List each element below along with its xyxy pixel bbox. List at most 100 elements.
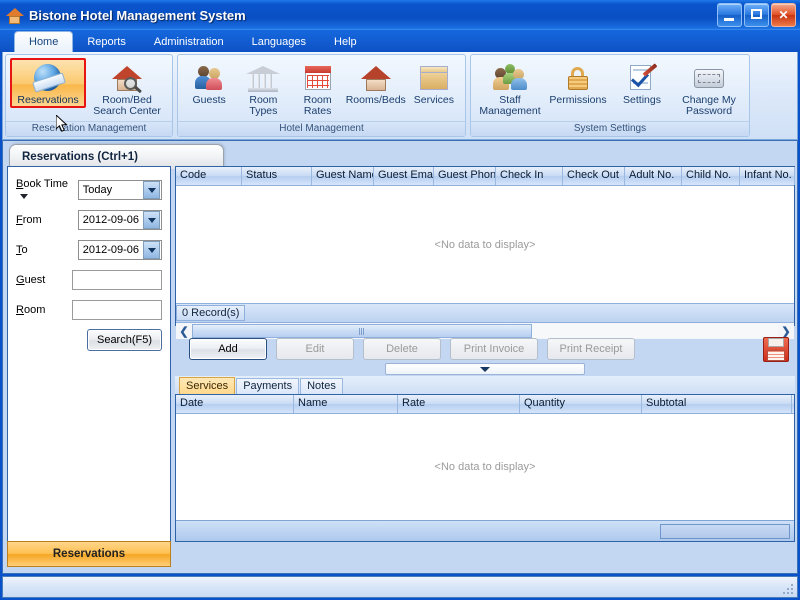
column-header-adult-no[interactable]: Adult No. [625, 167, 682, 185]
book-time-row: Book Time Today [16, 177, 162, 203]
column-header-name[interactable]: Name [294, 395, 398, 413]
ribbon-button-services-label: Services [414, 95, 454, 106]
tab-payments-label: Payments [243, 380, 292, 392]
services-grid-body: <No data to display> [176, 414, 794, 520]
ribbon-button-room-bed-search-center[interactable]: Room/Bed Search Center [86, 58, 168, 119]
lock-icon [561, 62, 595, 94]
tab-administration[interactable]: Administration [140, 32, 238, 52]
ribbon-button-settings-label: Settings [623, 95, 661, 106]
reservations-grid-body: <No data to display> [176, 186, 794, 303]
delete-button[interactable]: Delete [363, 338, 441, 360]
to-date-value: 2012-09-06 [79, 244, 143, 256]
tab-languages[interactable]: Languages [238, 32, 320, 52]
column-header-quantity[interactable]: Quantity [520, 395, 642, 413]
ribbon-button-guests[interactable]: Guests [182, 58, 236, 108]
panel-splitter[interactable] [175, 362, 795, 376]
content-panel: Code Status Guest Name Guest Email Guest… [175, 166, 795, 542]
ribbon-button-room-types[interactable]: Room Types [236, 58, 290, 119]
column-header-check-in[interactable]: Check In [496, 167, 563, 185]
room-input[interactable] [72, 300, 162, 320]
ribbon-button-rooms-beds[interactable]: Rooms/Beds [345, 58, 407, 108]
floppy-save-icon[interactable] [763, 337, 789, 362]
print-invoice-button[interactable]: Print Invoice [450, 338, 538, 360]
book-time-combo-arrow[interactable] [143, 181, 160, 199]
tab-payments[interactable]: Payments [236, 378, 299, 394]
column-header-code[interactable]: Code [176, 167, 242, 185]
search-button[interactable]: Search(F5) [87, 329, 162, 351]
window-title: Bistone Hotel Management System [29, 8, 246, 23]
application-window: Bistone Hotel Management System ✕ Home R… [0, 0, 800, 600]
guest-label: Guest [16, 274, 72, 286]
window-controls: ✕ [717, 3, 796, 27]
ribbon-button-services[interactable]: Services [407, 58, 461, 108]
ribbon-button-staff-management[interactable]: Staff Management [475, 58, 545, 119]
reservations-grid-empty-text: <No data to display> [176, 239, 794, 251]
print-receipt-button[interactable]: Print Receipt [547, 338, 635, 360]
ribbon-button-change-my-password-label: Change My Password [675, 95, 743, 117]
detail-tab-strip: Services Payments Notes [175, 376, 795, 394]
column-header-infant-no[interactable]: Infant No. [740, 167, 795, 185]
add-button-label: Add [218, 343, 238, 355]
to-date-combo[interactable]: 2012-09-06 [78, 240, 162, 260]
house-icon [359, 62, 393, 94]
column-header-check-out[interactable]: Check Out [563, 167, 625, 185]
tab-administration-label: Administration [154, 36, 224, 48]
column-header-rate[interactable]: Rate [398, 395, 520, 413]
chevron-down-icon [480, 367, 490, 372]
checklist-pen-icon [625, 62, 659, 94]
delete-button-label: Delete [386, 343, 418, 355]
column-header-guest-phone[interactable]: Guest Phone [434, 167, 496, 185]
minimize-button[interactable] [717, 3, 742, 27]
column-header-subtotal[interactable]: Subtotal [642, 395, 792, 413]
ribbon-button-reservations[interactable]: Reservations [10, 58, 86, 108]
box-icon [417, 62, 451, 94]
column-header-guest-name[interactable]: Guest Name [312, 167, 374, 185]
tab-notes[interactable]: Notes [300, 378, 343, 394]
book-time-dropdown-icon[interactable] [20, 194, 28, 199]
edit-button-label: Edit [306, 343, 325, 355]
search-button-row: Search(F5) [16, 329, 162, 351]
reservations-grid-header: Code Status Guest Name Guest Email Guest… [176, 167, 794, 186]
from-date-combo[interactable]: 2012-09-06 [78, 210, 162, 230]
ribbon-button-room-bed-search-center-label: Room/Bed Search Center [88, 95, 166, 117]
card-icon [692, 62, 726, 94]
tab-reports[interactable]: Reports [73, 32, 140, 52]
add-button[interactable]: Add [189, 338, 267, 360]
ribbon-button-change-my-password[interactable]: Change My Password [673, 58, 745, 119]
close-button[interactable]: ✕ [771, 3, 796, 27]
tab-reports-label: Reports [87, 36, 126, 48]
maximize-button[interactable] [744, 3, 769, 27]
services-grid-footer [176, 520, 794, 541]
column-header-child-no[interactable]: Child No. [682, 167, 740, 185]
tab-home-label: Home [29, 36, 58, 48]
ribbon-button-room-types-label: Room Types [238, 95, 288, 117]
print-receipt-button-label: Print Receipt [560, 343, 623, 355]
resize-grip-icon[interactable] [782, 583, 794, 595]
bank-icon [246, 62, 280, 94]
ribbon-button-permissions[interactable]: Permissions [545, 58, 611, 108]
tab-services[interactable]: Services [179, 377, 235, 394]
to-date-combo-arrow[interactable] [143, 241, 160, 259]
services-total-field [660, 524, 790, 539]
guest-row: Guest [16, 267, 162, 293]
splitter-grip[interactable] [385, 363, 585, 375]
services-grid: Date Name Rate Quantity Subtotal <No dat… [175, 394, 795, 542]
column-header-status[interactable]: Status [242, 167, 312, 185]
ribbon-button-reservations-label: Reservations [17, 95, 78, 106]
tab-help[interactable]: Help [320, 32, 371, 52]
edit-button[interactable]: Edit [276, 338, 354, 360]
to-row: To 2012-09-06 [16, 237, 162, 263]
column-header-date[interactable]: Date [176, 395, 294, 413]
nav-button-reservations-label: Reservations [53, 548, 125, 560]
from-date-combo-arrow[interactable] [143, 211, 160, 229]
book-time-combo[interactable]: Today [78, 180, 162, 200]
column-header-guest-email[interactable]: Guest Email [374, 167, 434, 185]
ribbon-button-room-rates[interactable]: Room Rates [291, 58, 345, 119]
people-icon [192, 62, 226, 94]
guest-input[interactable] [72, 270, 162, 290]
search-form: Book Time Today From 2012-09-06 To [8, 167, 170, 351]
ribbon-button-settings[interactable]: Settings [611, 58, 673, 108]
nav-button-reservations[interactable]: Reservations [7, 541, 171, 567]
ribbon-group-1-items: Reservations Room/Bed Search Center [6, 55, 172, 121]
tab-home[interactable]: Home [14, 31, 73, 52]
